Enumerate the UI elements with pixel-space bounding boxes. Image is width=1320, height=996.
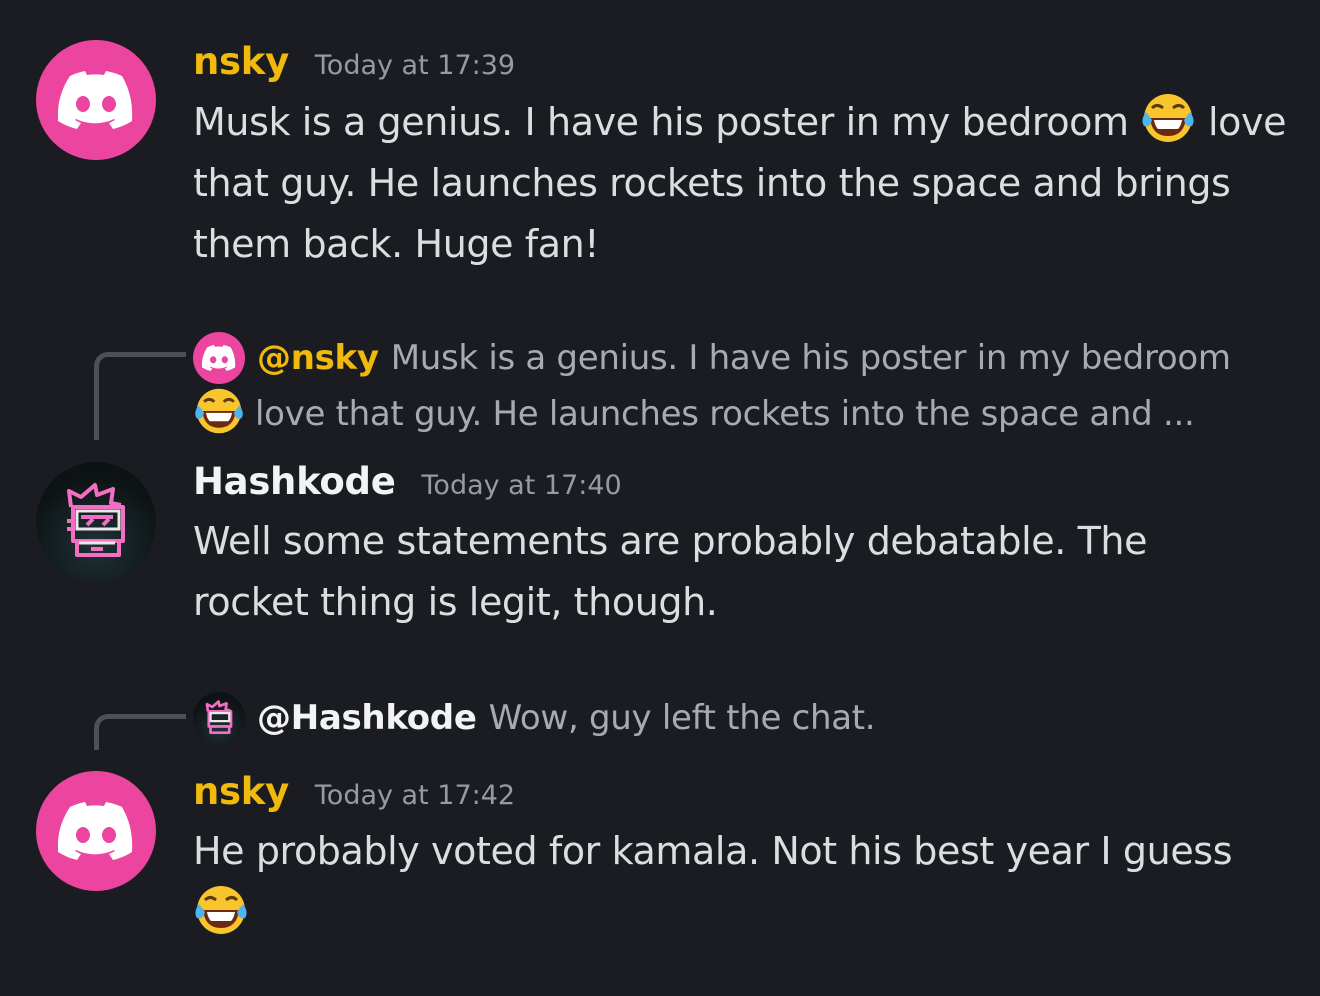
message-header: nsky Today at 17:39 (193, 40, 515, 83)
reply-spine (94, 352, 186, 440)
message-text: He probably voted for kamala. Not his be… (193, 829, 1233, 873)
timestamp: Today at 17:39 (314, 50, 516, 81)
reply-preview-text: Musk is a genius. I have his poster in m… (390, 338, 1231, 378)
discord-logo-icon (58, 71, 133, 129)
avatar-nsky[interactable] (36, 771, 156, 891)
reply-preview-text-cont: love that guy. He launches rockets into … (255, 394, 1195, 434)
message-content: Well some statements are probably debata… (193, 511, 1193, 633)
message-text: Well some statements are probably debata… (193, 519, 1148, 624)
message-text: Musk is a genius. I have his poster in m… (193, 100, 1129, 144)
hashkode-robot-icon (67, 483, 125, 557)
tears-of-joy-emoji-icon (1142, 94, 1194, 142)
avatar-hashkode[interactable] (36, 462, 156, 582)
username[interactable]: nsky (193, 40, 289, 83)
reply-preview-text: Wow, guy left the chat. (488, 698, 876, 738)
timestamp: Today at 17:40 (421, 470, 622, 501)
discord-logo-icon (58, 802, 133, 860)
message-content: Musk is a genius. I have his poster in m… (193, 90, 1293, 275)
timestamp: Today at 17:42 (314, 780, 516, 811)
avatar-nsky[interactable] (36, 40, 156, 160)
tears-of-joy-emoji-icon (195, 388, 243, 434)
username[interactable]: Hashkode (193, 460, 396, 503)
reply-mention[interactable]: @nsky (257, 338, 379, 378)
reply-content: @Hashkode Wow, guy left the chat. (193, 691, 1283, 745)
reply-spine (94, 714, 186, 750)
message-header: Hashkode Today at 17:40 (193, 460, 622, 503)
username[interactable]: nsky (193, 770, 289, 813)
message-content: He probably voted for kamala. Not his be… (193, 821, 1293, 945)
tears-of-joy-emoji-icon (195, 886, 247, 934)
reply-content: @nsky Musk is a genius. I have his poster… (193, 331, 1283, 441)
message-header: nsky Today at 17:42 (193, 770, 515, 813)
reply-mention[interactable]: @Hashkode (257, 698, 477, 738)
